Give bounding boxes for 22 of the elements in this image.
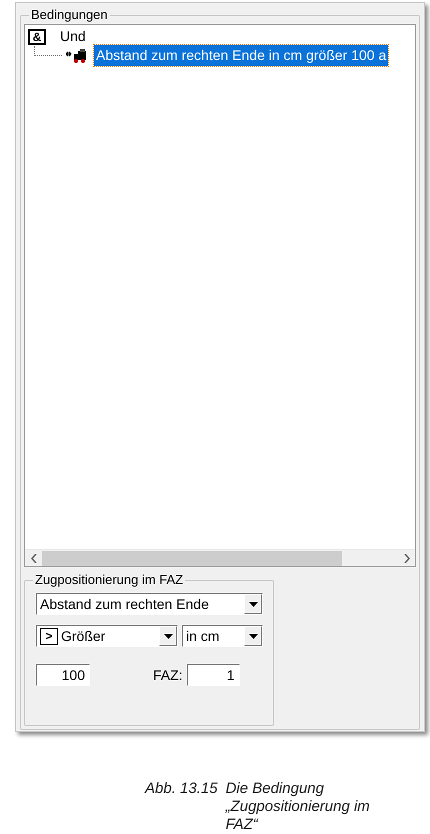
scroll-right-icon[interactable] bbox=[404, 554, 410, 562]
comparison-dropdown[interactable]: > Größer bbox=[36, 625, 178, 647]
horizontal-scrollbar[interactable] bbox=[25, 549, 415, 566]
mode-dropdown[interactable]: Abstand zum rechten Ende bbox=[36, 593, 263, 615]
dropdown-arrow-icon bbox=[248, 634, 258, 638]
scrollbar-thumb[interactable] bbox=[42, 550, 342, 566]
caption-number: Abb. 13.15 bbox=[145, 780, 218, 799]
group-title: Bedingungen bbox=[29, 7, 110, 23]
dropdown-arrow-icon bbox=[248, 602, 258, 606]
faz-field[interactable]: 1 bbox=[186, 664, 240, 686]
scroll-left-icon[interactable] bbox=[30, 554, 36, 562]
group-title: Zugpositionierung im FAZ bbox=[33, 572, 186, 588]
tree-item[interactable]: Abstand zum rechten Ende in cm größer 100 a bbox=[94, 45, 388, 66]
caption-text: Die Bedingung „Zugpositionierung im FAZ“ bbox=[226, 780, 371, 834]
greater-than-icon: > bbox=[40, 628, 58, 644]
unit-dropdown[interactable]: in cm bbox=[182, 625, 263, 647]
dropdown-arrow-icon bbox=[164, 634, 172, 638]
locomotive-icon bbox=[66, 48, 88, 62]
and-icon: & bbox=[28, 28, 46, 44]
faz-label: FAZ: bbox=[153, 666, 183, 684]
tree-item[interactable]: Und bbox=[58, 26, 88, 47]
value-field[interactable]: 100 bbox=[36, 664, 90, 686]
